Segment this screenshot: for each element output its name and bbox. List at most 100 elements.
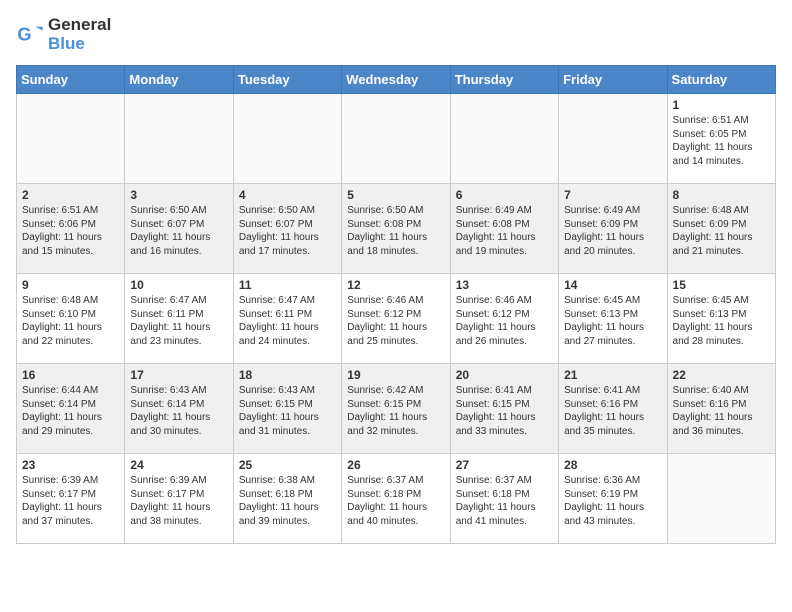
cell-info: Sunrise: 6:37 AM Sunset: 6:18 PM Dayligh… bbox=[456, 474, 553, 528]
cell-info: Sunrise: 6:49 AM Sunset: 6:09 PM Dayligh… bbox=[564, 204, 661, 258]
calendar-cell bbox=[559, 94, 667, 184]
day-number: 17 bbox=[130, 368, 227, 382]
logo-text: General Blue bbox=[48, 16, 111, 53]
cell-info: Sunrise: 6:40 AM Sunset: 6:16 PM Dayligh… bbox=[673, 384, 770, 438]
cell-info: Sunrise: 6:39 AM Sunset: 6:17 PM Dayligh… bbox=[22, 474, 119, 528]
calendar-cell: 11 Sunrise: 6:47 AM Sunset: 6:11 PM Dayli… bbox=[233, 274, 341, 364]
cell-info: Sunrise: 6:46 AM Sunset: 6:12 PM Dayligh… bbox=[456, 294, 553, 348]
calendar-cell: 17 Sunrise: 6:43 AM Sunset: 6:14 PM Dayli… bbox=[125, 364, 233, 454]
col-header-thursday: Thursday bbox=[450, 66, 558, 94]
calendar-cell: 27 Sunrise: 6:37 AM Sunset: 6:18 PM Dayli… bbox=[450, 454, 558, 544]
calendar-cell: 5 Sunrise: 6:50 AM Sunset: 6:08 PM Daylig… bbox=[342, 184, 450, 274]
calendar-cell: 15 Sunrise: 6:45 AM Sunset: 6:13 PM Dayli… bbox=[667, 274, 775, 364]
cell-info: Sunrise: 6:50 AM Sunset: 6:08 PM Dayligh… bbox=[347, 204, 444, 258]
day-number: 25 bbox=[239, 458, 336, 472]
day-number: 1 bbox=[673, 98, 770, 112]
calendar-cell: 6Sunrise: 6:49 AM Sunset: 6:08 PM Daylig… bbox=[450, 184, 558, 274]
calendar-cell: 4Sunrise: 6:50 AM Sunset: 6:07 PM Daylig… bbox=[233, 184, 341, 274]
cell-info: Sunrise: 6:43 AM Sunset: 6:15 PM Dayligh… bbox=[239, 384, 336, 438]
calendar-cell: 24 Sunrise: 6:39 AM Sunset: 6:17 PM Dayli… bbox=[125, 454, 233, 544]
col-header-friday: Friday bbox=[559, 66, 667, 94]
day-number: 23 bbox=[22, 458, 119, 472]
calendar-week-row: 1 Sunrise: 6:51 AM Sunset: 6:05 PM Daylig… bbox=[17, 94, 776, 184]
calendar-week-row: 23 Sunrise: 6:39 AM Sunset: 6:17 PM Dayli… bbox=[17, 454, 776, 544]
cell-info: Sunrise: 6:36 AM Sunset: 6:19 PM Dayligh… bbox=[564, 474, 661, 528]
calendar-cell bbox=[17, 94, 125, 184]
day-number: 7 bbox=[564, 188, 661, 202]
calendar-cell: 22 Sunrise: 6:40 AM Sunset: 6:16 PM Dayli… bbox=[667, 364, 775, 454]
calendar-week-row: 16Sunrise: 6:44 AM Sunset: 6:14 PM Dayli… bbox=[17, 364, 776, 454]
calendar-cell: 19Sunrise: 6:42 AM Sunset: 6:15 PM Dayli… bbox=[342, 364, 450, 454]
calendar-week-row: 9 Sunrise: 6:48 AM Sunset: 6:10 PM Daylig… bbox=[17, 274, 776, 364]
day-number: 20 bbox=[456, 368, 553, 382]
svg-text:G: G bbox=[17, 24, 31, 44]
day-number: 14 bbox=[564, 278, 661, 292]
cell-info: Sunrise: 6:51 AM Sunset: 6:05 PM Dayligh… bbox=[673, 114, 770, 168]
calendar-cell: 28 Sunrise: 6:36 AM Sunset: 6:19 PM Dayli… bbox=[559, 454, 667, 544]
calendar-cell: 23 Sunrise: 6:39 AM Sunset: 6:17 PM Dayli… bbox=[17, 454, 125, 544]
calendar-cell: 10Sunrise: 6:47 AM Sunset: 6:11 PM Dayli… bbox=[125, 274, 233, 364]
calendar-cell bbox=[125, 94, 233, 184]
calendar-cell: 2 Sunrise: 6:51 AM Sunset: 6:06 PM Daylig… bbox=[17, 184, 125, 274]
col-header-tuesday: Tuesday bbox=[233, 66, 341, 94]
cell-info: Sunrise: 6:46 AM Sunset: 6:12 PM Dayligh… bbox=[347, 294, 444, 348]
calendar-cell: 18 Sunrise: 6:43 AM Sunset: 6:15 PM Dayli… bbox=[233, 364, 341, 454]
day-number: 11 bbox=[239, 278, 336, 292]
day-number: 27 bbox=[456, 458, 553, 472]
calendar-cell bbox=[233, 94, 341, 184]
calendar-cell: 16Sunrise: 6:44 AM Sunset: 6:14 PM Dayli… bbox=[17, 364, 125, 454]
col-header-monday: Monday bbox=[125, 66, 233, 94]
calendar-cell: 26 Sunrise: 6:37 AM Sunset: 6:18 PM Dayli… bbox=[342, 454, 450, 544]
day-number: 21 bbox=[564, 368, 661, 382]
day-number: 2 bbox=[22, 188, 119, 202]
day-number: 16 bbox=[22, 368, 119, 382]
calendar-cell: 8 Sunrise: 6:48 AM Sunset: 6:09 PM Daylig… bbox=[667, 184, 775, 274]
day-number: 18 bbox=[239, 368, 336, 382]
day-number: 9 bbox=[22, 278, 119, 292]
cell-info: Sunrise: 6:45 AM Sunset: 6:13 PM Dayligh… bbox=[564, 294, 661, 348]
calendar-cell: 12 Sunrise: 6:46 AM Sunset: 6:12 PM Dayli… bbox=[342, 274, 450, 364]
cell-info: Sunrise: 6:48 AM Sunset: 6:10 PM Dayligh… bbox=[22, 294, 119, 348]
cell-info: Sunrise: 6:41 AM Sunset: 6:16 PM Dayligh… bbox=[564, 384, 661, 438]
day-number: 15 bbox=[673, 278, 770, 292]
cell-info: Sunrise: 6:50 AM Sunset: 6:07 PM Dayligh… bbox=[239, 204, 336, 258]
cell-info: Sunrise: 6:45 AM Sunset: 6:13 PM Dayligh… bbox=[673, 294, 770, 348]
day-number: 28 bbox=[564, 458, 661, 472]
day-number: 13 bbox=[456, 278, 553, 292]
calendar-cell: 25 Sunrise: 6:38 AM Sunset: 6:18 PM Dayli… bbox=[233, 454, 341, 544]
col-header-sunday: Sunday bbox=[17, 66, 125, 94]
day-number: 8 bbox=[673, 188, 770, 202]
day-number: 24 bbox=[130, 458, 227, 472]
calendar-cell: 7 Sunrise: 6:49 AM Sunset: 6:09 PM Daylig… bbox=[559, 184, 667, 274]
calendar-cell: 20 Sunrise: 6:41 AM Sunset: 6:15 PM Dayli… bbox=[450, 364, 558, 454]
cell-info: Sunrise: 6:38 AM Sunset: 6:18 PM Dayligh… bbox=[239, 474, 336, 528]
cell-info: Sunrise: 6:37 AM Sunset: 6:18 PM Dayligh… bbox=[347, 474, 444, 528]
cell-info: Sunrise: 6:39 AM Sunset: 6:17 PM Dayligh… bbox=[130, 474, 227, 528]
calendar-cell bbox=[342, 94, 450, 184]
col-header-saturday: Saturday bbox=[667, 66, 775, 94]
calendar-cell: 14 Sunrise: 6:45 AM Sunset: 6:13 PM Dayli… bbox=[559, 274, 667, 364]
calendar-cell: 1 Sunrise: 6:51 AM Sunset: 6:05 PM Daylig… bbox=[667, 94, 775, 184]
day-number: 5 bbox=[347, 188, 444, 202]
header: G General Blue bbox=[16, 16, 776, 53]
cell-info: Sunrise: 6:47 AM Sunset: 6:11 PM Dayligh… bbox=[239, 294, 336, 348]
day-number: 3 bbox=[130, 188, 227, 202]
cell-info: Sunrise: 6:41 AM Sunset: 6:15 PM Dayligh… bbox=[456, 384, 553, 438]
cell-info: Sunrise: 6:50 AM Sunset: 6:07 PM Dayligh… bbox=[130, 204, 227, 258]
cell-info: Sunrise: 6:48 AM Sunset: 6:09 PM Dayligh… bbox=[673, 204, 770, 258]
day-number: 12 bbox=[347, 278, 444, 292]
cell-info: Sunrise: 6:43 AM Sunset: 6:14 PM Dayligh… bbox=[130, 384, 227, 438]
calendar-cell: 13 Sunrise: 6:46 AM Sunset: 6:12 PM Dayli… bbox=[450, 274, 558, 364]
cell-info: Sunrise: 6:51 AM Sunset: 6:06 PM Dayligh… bbox=[22, 204, 119, 258]
calendar-header-row: SundayMondayTuesdayWednesdayThursdayFrid… bbox=[17, 66, 776, 94]
day-number: 22 bbox=[673, 368, 770, 382]
day-number: 26 bbox=[347, 458, 444, 472]
logo-icon: G bbox=[16, 21, 44, 49]
calendar-cell bbox=[450, 94, 558, 184]
calendar-cell: 21 Sunrise: 6:41 AM Sunset: 6:16 PM Dayli… bbox=[559, 364, 667, 454]
logo: G General Blue bbox=[16, 16, 111, 53]
calendar-cell: 9 Sunrise: 6:48 AM Sunset: 6:10 PM Daylig… bbox=[17, 274, 125, 364]
calendar-cell: 3 Sunrise: 6:50 AM Sunset: 6:07 PM Daylig… bbox=[125, 184, 233, 274]
calendar-cell bbox=[667, 454, 775, 544]
day-number: 19 bbox=[347, 368, 444, 382]
